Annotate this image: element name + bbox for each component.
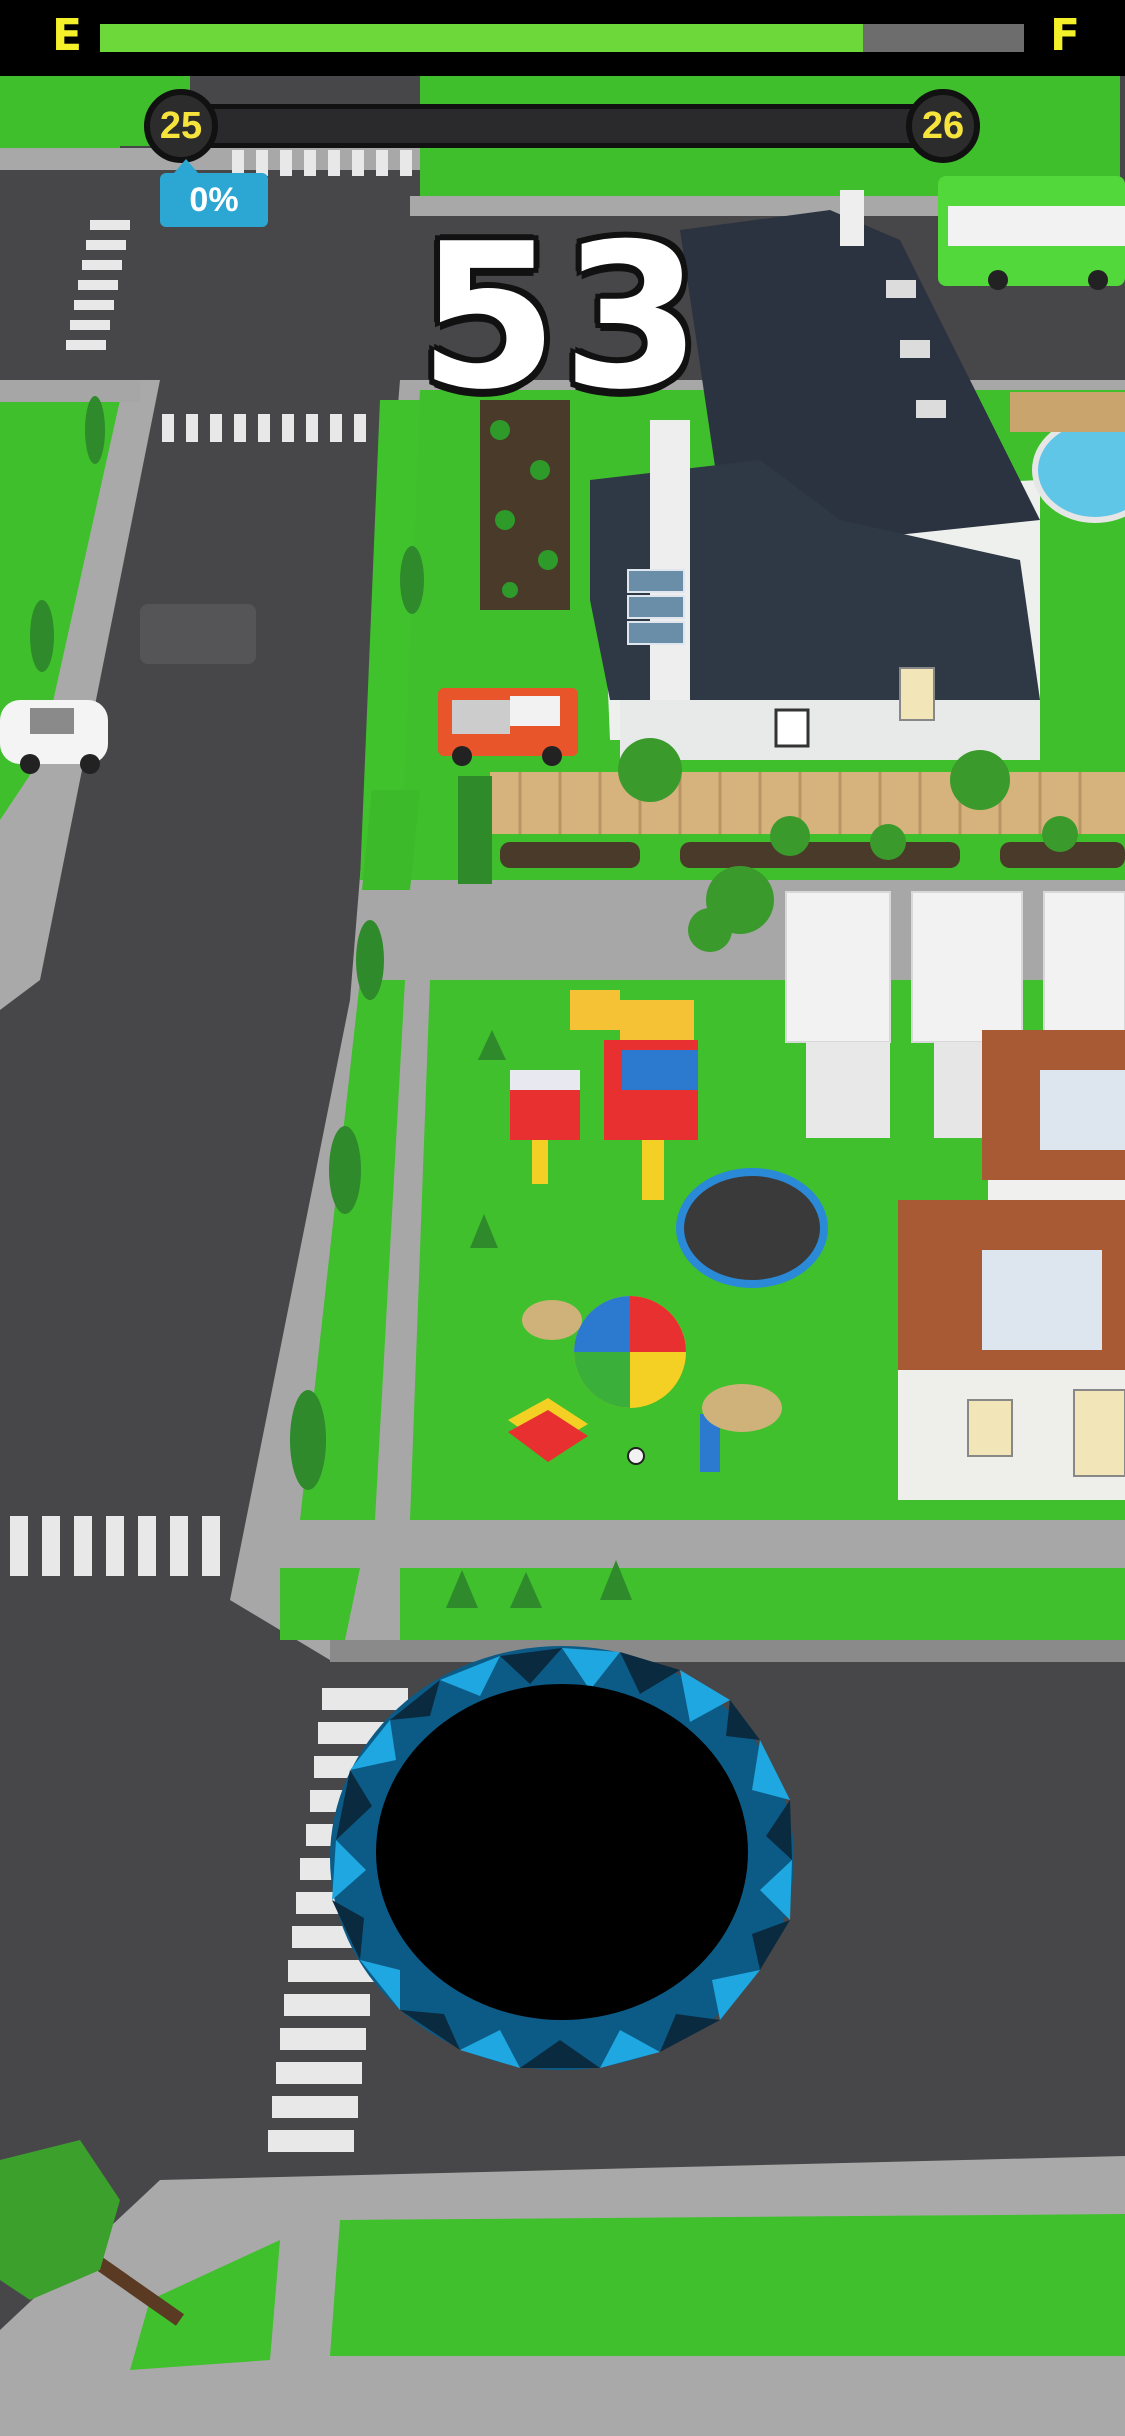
level-progress-bar <box>170 104 940 148</box>
wooden-fence <box>490 772 1125 834</box>
fuel-empty-label: E <box>52 10 83 61</box>
current-level-badge: 25 <box>144 89 218 163</box>
white-car[interactable] <box>0 700 108 774</box>
curb-bottom <box>330 1640 1125 1662</box>
next-level-badge: 26 <box>906 89 980 163</box>
bottom-lawn <box>330 2214 1125 2356</box>
bottom-curb <box>330 2180 1125 2210</box>
hedge <box>458 776 492 884</box>
brick-building-upper[interactable] <box>982 1030 1125 1210</box>
countdown-timer: 53 <box>418 201 706 434</box>
bottom-lawn-strip <box>400 1568 1125 1640</box>
brick-building-lower[interactable] <box>898 1200 1125 1500</box>
flower-beds <box>500 842 1125 868</box>
topleft-block <box>0 76 120 156</box>
side-fence <box>1010 392 1125 432</box>
bus[interactable] <box>938 176 1125 290</box>
black-hole-player[interactable] <box>330 1646 794 2070</box>
progress-percent-badge: 0% <box>160 159 268 227</box>
trampoline[interactable] <box>676 1168 828 1288</box>
soccer-ball[interactable] <box>627 1447 645 1465</box>
manhole-cover <box>140 604 256 664</box>
pickup-truck[interactable] <box>438 688 578 766</box>
crosswalk-mid <box>162 414 366 442</box>
grass-corner <box>362 790 420 890</box>
merry-go-round[interactable] <box>574 1296 686 1408</box>
fuel-fill <box>100 24 864 52</box>
fuel-full-label: F <box>1050 10 1081 61</box>
fuel-track <box>100 24 1024 52</box>
fuel-bar: E F <box>0 0 1125 76</box>
left-corner-grass <box>0 380 140 402</box>
swimming-pool <box>1032 417 1125 523</box>
